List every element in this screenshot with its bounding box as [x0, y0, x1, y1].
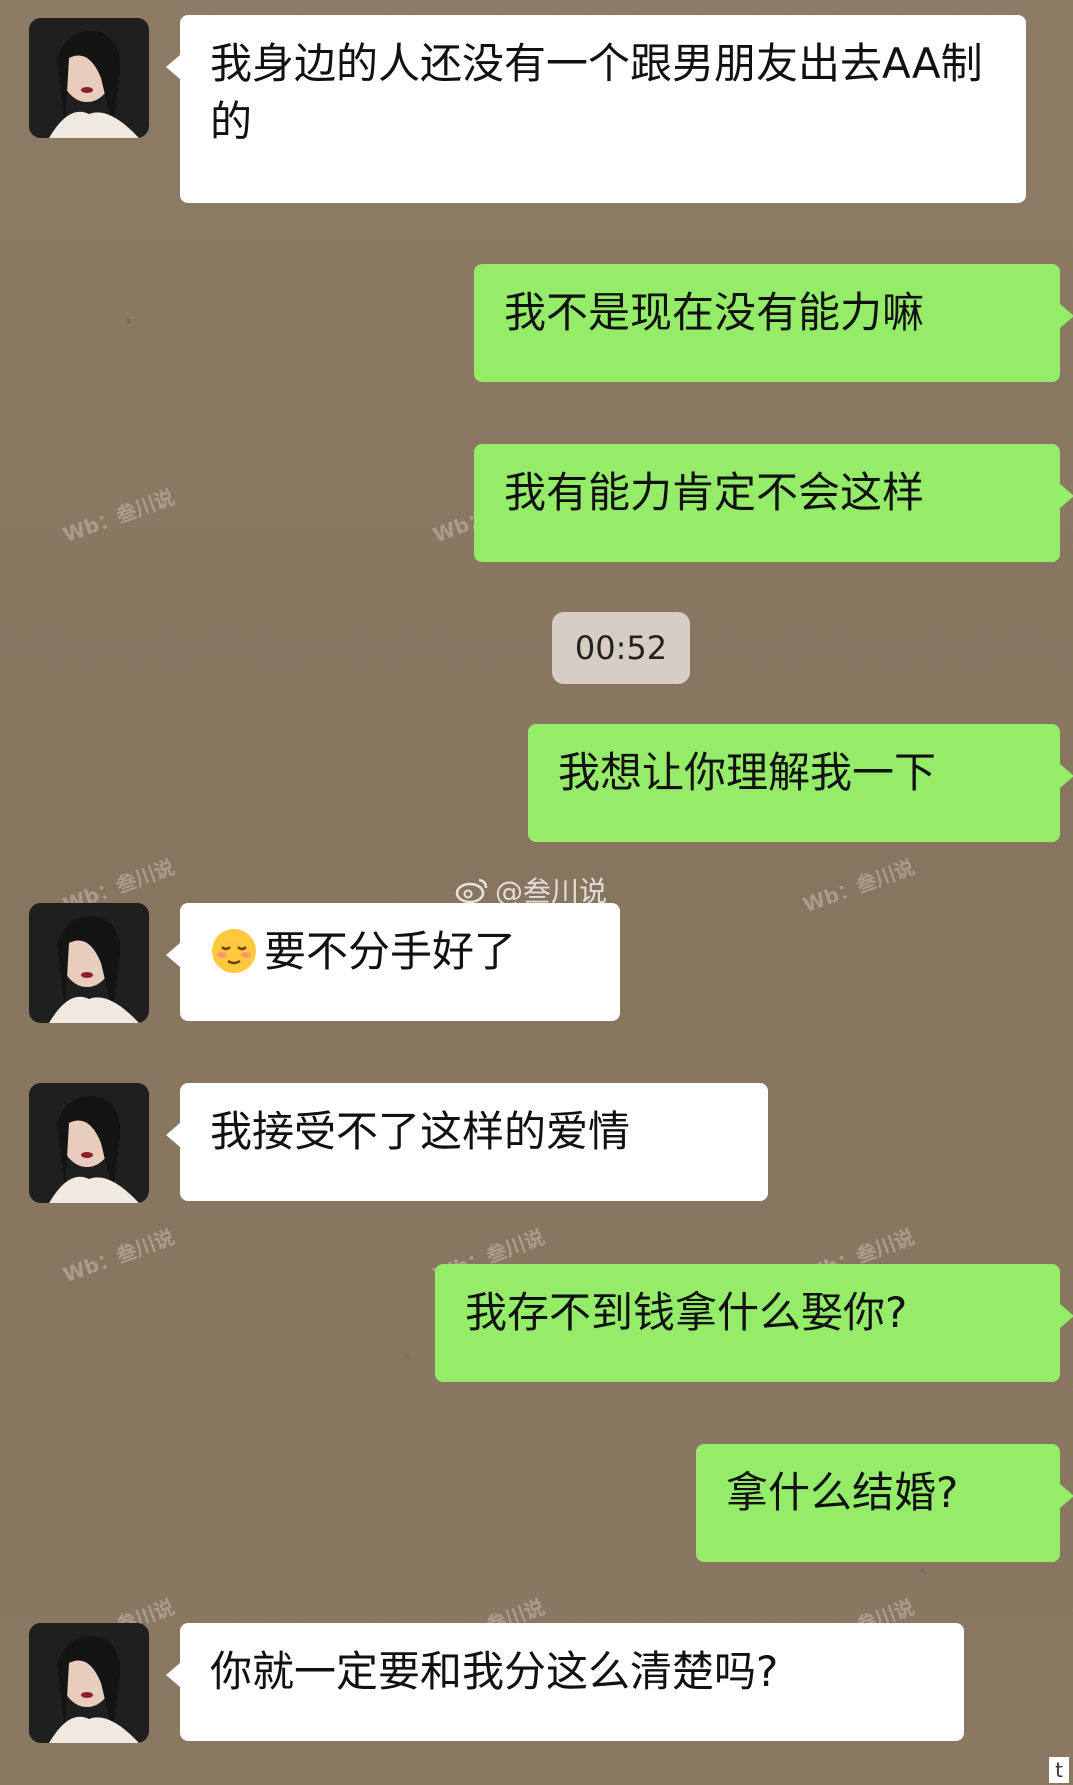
- message-text: 我存不到钱拿什么娶你?: [465, 1288, 908, 1337]
- received-message-bubble[interactable]: 你就一定要和我分这么清楚吗?: [166, 1623, 964, 1741]
- message-text: 你就一定要和我分这么清楚吗?: [210, 1647, 779, 1696]
- contact-avatar[interactable]: [29, 1623, 149, 1743]
- relieved-face-icon: [210, 927, 258, 975]
- sent-message-bubble[interactable]: 我想让你理解我一下: [528, 724, 1073, 842]
- message-text: 拿什么结婚?: [726, 1468, 959, 1517]
- watermark-text: Wb：叁川说: [59, 484, 178, 548]
- contact-avatar[interactable]: [29, 903, 149, 1023]
- watermark-text: Wb：叁川说: [799, 854, 918, 918]
- avatar-portrait-icon: [29, 1083, 149, 1203]
- received-message-bubble[interactable]: 我接受不了这样的爱情: [166, 1083, 768, 1201]
- weibo-logo-icon: [455, 878, 488, 904]
- sent-message-bubble[interactable]: 我不是现在没有能力嘛: [474, 264, 1073, 382]
- message-timestamp: 00:52: [552, 612, 690, 684]
- sent-message-bubble[interactable]: 拿什么结婚?: [696, 1444, 1073, 1562]
- avatar-portrait-icon: [29, 903, 149, 1023]
- avatar-portrait-icon: [29, 18, 149, 138]
- contact-avatar[interactable]: [29, 1083, 149, 1203]
- sent-message-bubble[interactable]: 我有能力肯定不会这样: [474, 444, 1073, 562]
- received-message-bubble[interactable]: 要不分手好了: [166, 903, 620, 1021]
- avatar-portrait-icon: [29, 1623, 149, 1743]
- contact-avatar[interactable]: [29, 18, 149, 138]
- sent-message-bubble[interactable]: 我存不到钱拿什么娶你?: [435, 1264, 1073, 1382]
- watermark-text: Wb：叁川说: [59, 1224, 178, 1288]
- received-message-bubble[interactable]: 我身边的人还没有一个跟男朋友出去AA制的: [166, 15, 1026, 203]
- message-text: 我有能力肯定不会这样: [504, 468, 925, 517]
- message-text: 我接受不了这样的爱情: [210, 1107, 631, 1156]
- corner-glyph: t: [1049, 1757, 1069, 1783]
- message-text: 我不是现在没有能力嘛: [504, 288, 925, 337]
- message-text: 要不分手好了: [264, 927, 517, 976]
- message-text: 我身边的人还没有一个跟男朋友出去AA制的: [210, 39, 983, 146]
- message-text: 我想让你理解我一下: [558, 748, 937, 797]
